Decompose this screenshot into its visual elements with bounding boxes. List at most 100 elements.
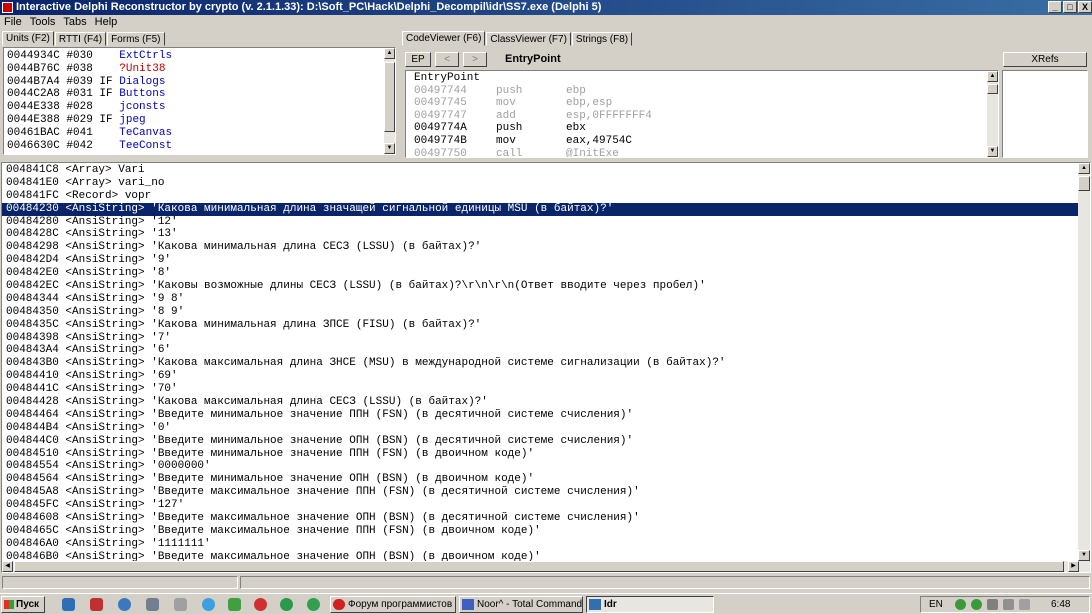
scroll-right-icon[interactable]: ▶ — [1068, 561, 1079, 572]
code-line[interactable]: 00497745 mov ebp,esp — [414, 97, 998, 110]
scroll-up-icon[interactable]: ▲ — [1078, 163, 1090, 174]
scroll-thumb[interactable] — [384, 62, 395, 132]
string-row[interactable]: 00484350 <AnsiString> '8 9' — [2, 306, 1079, 319]
string-row[interactable]: 00484554 <AnsiString> '0000000' — [2, 460, 1079, 473]
string-row[interactable]: 004846A0 <AnsiString> '1111111' — [2, 538, 1079, 551]
string-row[interactable]: 00484298 <AnsiString> 'Какова минимальна… — [2, 241, 1079, 254]
string-row[interactable]: 0048428C <AnsiString> '13' — [2, 228, 1079, 241]
forward-button[interactable]: > — [463, 52, 487, 67]
scroll-down-icon[interactable]: ▼ — [384, 143, 395, 154]
hscroll-thumb[interactable] — [14, 561, 1064, 572]
tray-icon[interactable] — [987, 599, 998, 610]
task-opera[interactable]: Форум программистов -... — [330, 596, 456, 613]
close-button[interactable]: X — [1078, 1, 1092, 13]
quicklaunch-icon[interactable] — [254, 598, 267, 611]
tab-forms[interactable]: Forms (F5) — [107, 32, 165, 46]
code-scrollbar[interactable]: ▲ ▼ — [987, 71, 998, 157]
scroll-thumb[interactable] — [1078, 176, 1090, 191]
quicklaunch-icon[interactable] — [202, 598, 215, 611]
quicklaunch-icon[interactable] — [146, 598, 159, 611]
string-row[interactable]: 00484344 <AnsiString> '9 8' — [2, 293, 1079, 306]
start-button[interactable]: Пуск — [1, 596, 45, 613]
string-row[interactable]: 00484564 <AnsiString> 'Введите минимальн… — [2, 473, 1079, 486]
xrefs-button[interactable]: XRefs — [1003, 52, 1087, 67]
string-row[interactable]: 00484280 <AnsiString> '12' — [2, 216, 1079, 229]
string-row[interactable]: 0048435C <AnsiString> 'Какова минимальна… — [2, 319, 1079, 332]
string-row[interactable]: 0048441C <AnsiString> '70' — [2, 383, 1079, 396]
string-row[interactable]: 004845FC <AnsiString> '127' — [2, 499, 1079, 512]
unit-row[interactable]: 0044E388 #029 IF jpeg — [7, 114, 395, 127]
menu-tools[interactable]: Tools — [26, 15, 60, 30]
string-row[interactable]: 00484428 <AnsiString> 'Какова максимальн… — [2, 396, 1079, 409]
scroll-up-icon[interactable]: ▲ — [384, 48, 395, 59]
quicklaunch-icon[interactable] — [90, 598, 103, 611]
code-line[interactable]: 00497747 add esp,0FFFFFFF4 — [414, 110, 998, 123]
tab-rtti[interactable]: RTTI (F4) — [54, 32, 107, 46]
language-indicator[interactable]: EN — [929, 597, 943, 612]
string-row[interactable]: 00484398 <AnsiString> '7' — [2, 332, 1079, 345]
quicklaunch-icon[interactable] — [307, 598, 320, 611]
string-row[interactable]: 004841FC <Record> vopr — [2, 190, 1079, 203]
tab-units[interactable]: Units (F2) — [2, 31, 54, 46]
unit-row[interactable]: 00461BAC #041 TeCanvas — [7, 127, 395, 140]
string-row[interactable]: 004841E0 <Array> vari_no — [2, 177, 1079, 190]
ep-button[interactable]: EP — [405, 52, 431, 67]
unit-row[interactable]: 0044B7A4 #039 IF Dialogs — [7, 76, 395, 89]
unit-row[interactable]: 0044C2A8 #031 IF Buttons — [7, 88, 395, 101]
quicklaunch-icon[interactable] — [118, 598, 131, 611]
quicklaunch-icon[interactable] — [62, 598, 75, 611]
menu-file[interactable]: File — [0, 15, 26, 30]
code-line[interactable]: 0049774A push ebx — [414, 122, 998, 135]
strings-hscrollbar[interactable]: ◀ ▶ — [2, 561, 1090, 572]
tray-icon[interactable] — [955, 599, 966, 610]
string-row[interactable]: 004842EC <AnsiString> 'Каковы возможные … — [2, 280, 1079, 293]
string-row[interactable]: 004843A4 <AnsiString> '6' — [2, 344, 1079, 357]
strings-scrollbar[interactable]: ▲ ▼ — [1078, 163, 1090, 561]
volume-icon[interactable] — [1003, 599, 1014, 610]
unit-row[interactable]: 0046630C #042 TeeConst — [7, 140, 395, 153]
quicklaunch-icon[interactable] — [228, 598, 241, 611]
string-row[interactable]: 004844B4 <AnsiString> '0' — [2, 422, 1079, 435]
string-row[interactable]: 004844C0 <AnsiString> 'Введите минимальн… — [2, 435, 1079, 448]
scroll-up-icon[interactable]: ▲ — [987, 71, 998, 82]
scroll-down-icon[interactable]: ▼ — [1078, 550, 1090, 561]
maximize-button[interactable]: □ — [1063, 1, 1077, 13]
code-line[interactable]: 00497744 push ebp — [414, 85, 998, 98]
string-row[interactable]: 00484410 <AnsiString> '69' — [2, 370, 1079, 383]
units-scrollbar[interactable]: ▲ ▼ — [384, 48, 395, 154]
task-total-commander[interactable]: Noor^ - Total Command... — [459, 596, 583, 613]
scroll-left-icon[interactable]: ◀ — [2, 561, 13, 572]
tab-codeviewer[interactable]: CodeViewer (F6) — [402, 31, 486, 46]
unit-row[interactable]: 0044934C #030 ExtCtrls — [7, 50, 395, 63]
string-row[interactable]: 00484608 <AnsiString> 'Введите максималь… — [2, 512, 1079, 525]
code-line[interactable]: 0049774B mov eax,49754C — [414, 135, 998, 148]
string-row[interactable]: 004841C8 <Array> Vari — [2, 164, 1079, 177]
menu-help[interactable]: Help — [91, 15, 122, 30]
string-row[interactable]: 00484510 <AnsiString> 'Введите минимальн… — [2, 448, 1079, 461]
back-button[interactable]: < — [435, 52, 459, 67]
string-row[interactable]: 00484464 <AnsiString> 'Введите минимальн… — [2, 409, 1079, 422]
string-row[interactable]: 004842E0 <AnsiString> '8' — [2, 267, 1079, 280]
strings-list[interactable]: 004841C8 <Array> Vari 004841E0 <Array> va… — [1, 162, 1091, 573]
menu-tabs[interactable]: Tabs — [59, 15, 90, 30]
task-idr[interactable]: Idr — [586, 596, 714, 613]
unit-row[interactable]: 0044B76C #038 ?Unit38 — [7, 63, 395, 76]
quicklaunch-icon[interactable] — [174, 598, 187, 611]
string-row[interactable]: 004845A8 <AnsiString> 'Введите максималь… — [2, 486, 1079, 499]
string-row[interactable]: 004843B0 <AnsiString> 'Какова максимальн… — [2, 357, 1079, 370]
xrefs-list[interactable] — [1002, 70, 1088, 158]
string-row[interactable]: 0048465C <AnsiString> 'Введите максималь… — [2, 525, 1079, 538]
units-list[interactable]: 0044934C #030 ExtCtrls 0044B76C #038 ?Uni… — [3, 47, 396, 155]
string-row[interactable]: 004842D4 <AnsiString> '9' — [2, 254, 1079, 267]
tray-icon[interactable] — [971, 599, 982, 610]
code-line[interactable]: 00497750 call @InitExe — [414, 148, 998, 157]
string-row[interactable]: 00484230 <AnsiString> 'Какова минимальна… — [2, 202, 1079, 216]
unit-row[interactable]: 0044E338 #028 jconsts — [7, 101, 395, 114]
scroll-thumb[interactable] — [987, 84, 998, 94]
tab-classviewer[interactable]: ClassViewer (F7) — [486, 32, 571, 46]
code-view[interactable]: EntryPoint 00497744 push ebp 00497745 mov ebp… — [405, 70, 999, 158]
scroll-down-icon[interactable]: ▼ — [987, 146, 998, 157]
quicklaunch-icon[interactable] — [280, 598, 293, 611]
tab-strings[interactable]: Strings (F8) — [571, 32, 633, 46]
minimize-button[interactable]: _ — [1048, 1, 1062, 13]
